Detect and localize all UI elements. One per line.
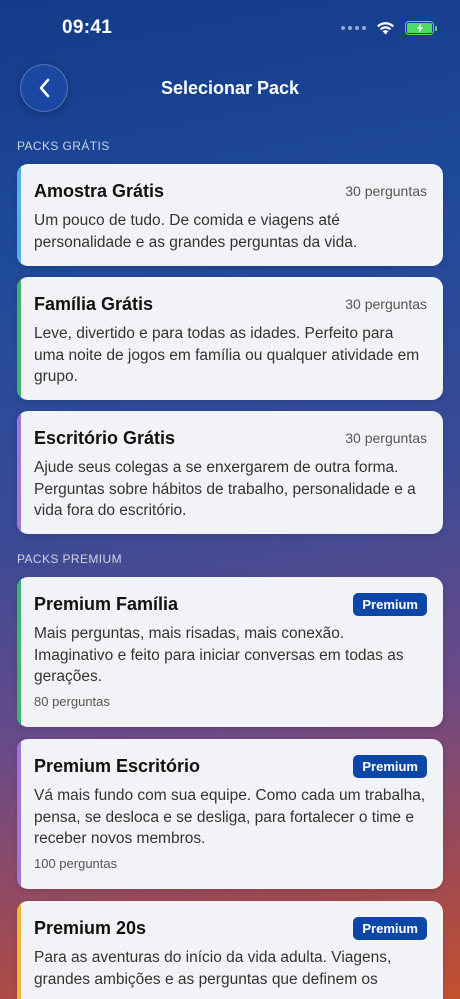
pack-card-premium-family[interactable]: Premium Família Premium Mais perguntas, … <box>17 577 443 727</box>
status-time: 09:41 <box>62 17 113 38</box>
page-title: Selecionar Pack <box>160 77 300 98</box>
pack-description: Vá mais fundo com sua equipe. Como cada … <box>34 787 426 847</box>
cellular-signal-icon <box>341 26 366 30</box>
pack-title: Família Grátis <box>34 293 154 314</box>
nav-bar: Selecionar Pack <box>0 62 460 114</box>
pack-question-count: 30 perguntas <box>345 296 427 312</box>
pack-card-premium-office[interactable]: Premium Escritório Premium Vá mais fundo… <box>17 739 443 889</box>
pack-description: Leve, divertido e para todas as idades. … <box>34 325 420 385</box>
pack-title: Premium Família <box>34 593 179 614</box>
pack-description: Um pouco de tudo. De comida e viagens at… <box>34 212 358 251</box>
card-accent-bar <box>17 577 21 727</box>
pack-card-free-sample[interactable]: Amostra Grátis 30 perguntas Um pouco de … <box>17 164 443 266</box>
premium-badge: Premium <box>353 754 427 778</box>
back-button[interactable] <box>20 64 68 112</box>
pack-title: Premium Escritório <box>34 755 201 776</box>
battery-charging-icon <box>405 21 437 35</box>
pack-description: Ajude seus colegas a se enxergarem de ou… <box>34 459 416 519</box>
pack-description: Para as aventuras do início da vida adul… <box>34 949 392 988</box>
pack-card-premium-20s[interactable]: Premium 20s Premium Para as aventuras do… <box>17 901 443 999</box>
card-accent-bar <box>17 901 21 999</box>
pack-question-count: 30 perguntas <box>345 183 427 199</box>
section-header-premium: PACKS PREMIUM <box>17 552 122 566</box>
pack-title: Premium 20s <box>34 917 147 938</box>
card-accent-bar <box>17 164 21 266</box>
wifi-icon <box>377 22 394 35</box>
pack-card-free-family[interactable]: Família Grátis 30 perguntas Leve, divert… <box>17 277 443 400</box>
pack-question-count: 80 perguntas <box>34 693 110 709</box>
premium-badge: Premium <box>353 916 427 940</box>
card-accent-bar <box>17 739 21 889</box>
pack-question-count: 100 perguntas <box>34 855 118 871</box>
pack-card-free-office[interactable]: Escritório Grátis 30 perguntas Ajude seu… <box>17 411 443 534</box>
pack-title: Amostra Grátis <box>34 180 165 201</box>
pack-description: Mais perguntas, mais risadas, mais conex… <box>34 625 404 685</box>
chevron-left-icon <box>39 78 50 98</box>
card-accent-bar <box>17 411 21 534</box>
status-icons <box>341 21 437 35</box>
status-bar: 09:41 <box>0 0 460 60</box>
card-accent-bar <box>17 277 21 400</box>
premium-badge: Premium <box>353 592 427 616</box>
pack-question-count: 30 perguntas <box>345 430 427 446</box>
section-header-free: PACKS GRÁTIS <box>17 139 110 153</box>
pack-title: Escritório Grátis <box>34 427 176 448</box>
